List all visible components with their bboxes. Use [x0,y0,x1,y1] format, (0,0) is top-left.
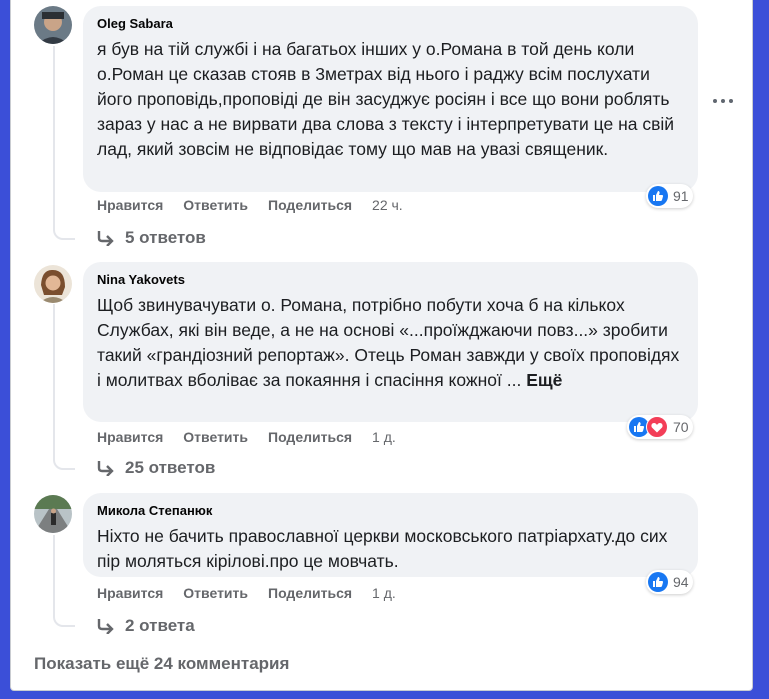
share-button[interactable]: Поделиться [268,429,352,445]
comment-bubble: Oleg Sabara я був на тій службі і на баг… [83,6,698,192]
avatar[interactable] [34,265,72,303]
reply-arrow-icon [97,231,114,246]
like-button[interactable]: Нравится [97,585,163,601]
comment-author[interactable]: Микола Степанюк [97,503,684,519]
like-icon [648,572,668,592]
comment-author[interactable]: Nina Yakovets [97,272,684,288]
comment-author[interactable]: Oleg Sabara [97,16,684,32]
timestamp[interactable]: 22 ч. [372,197,403,213]
more-options-icon[interactable] [713,98,735,104]
reply-button[interactable]: Ответить [183,429,248,445]
avatar[interactable] [34,6,72,44]
reaction-count[interactable]: 70 [627,415,693,439]
timestamp[interactable]: 1 д. [372,429,396,445]
view-replies-button[interactable]: 2 ответа [97,616,195,636]
like-icon [648,186,668,206]
comment-actions: Нравится Ответить Поделиться 1 д. [97,429,416,445]
reply-arrow-icon [97,619,114,634]
avatar[interactable] [34,495,72,533]
comment-bubble: Микола Степанюк Ніхто не бачить правосла… [83,493,698,577]
heart-icon [646,416,668,438]
comment-text: Щоб звинувачувати о. Романа, потрібно по… [97,295,680,390]
comment-actions: Нравится Ответить Поделиться 1 д. [97,585,416,601]
comment-actions: Нравится Ответить Поделиться 22 ч. [97,197,423,213]
reply-arrow-icon [97,461,114,476]
show-more-comments-link[interactable]: Показать ещё 24 комментария [34,654,289,674]
thread-line [53,304,75,470]
thread-line [53,535,75,627]
reply-button[interactable]: Ответить [183,197,248,213]
reaction-count[interactable]: 91 [646,184,693,208]
comment-text: я був на тій службі і на багатьох інших … [97,39,675,159]
comment-bubble: Nina Yakovets Щоб звинувачувати о. Роман… [83,262,698,422]
view-replies-button[interactable]: 5 ответов [97,228,206,248]
thread-line [53,46,75,240]
comment-text: Ніхто не бачить православної церкви моск… [97,526,668,571]
share-button[interactable]: Поделиться [268,197,352,213]
reply-button[interactable]: Ответить [183,585,248,601]
like-button[interactable]: Нравится [97,197,163,213]
view-replies-button[interactable]: 25 ответов [97,458,215,478]
timestamp[interactable]: 1 д. [372,585,396,601]
reaction-count[interactable]: 94 [646,570,693,594]
share-button[interactable]: Поделиться [268,585,352,601]
like-button[interactable]: Нравится [97,429,163,445]
see-more-link[interactable]: Ещё [526,370,562,390]
